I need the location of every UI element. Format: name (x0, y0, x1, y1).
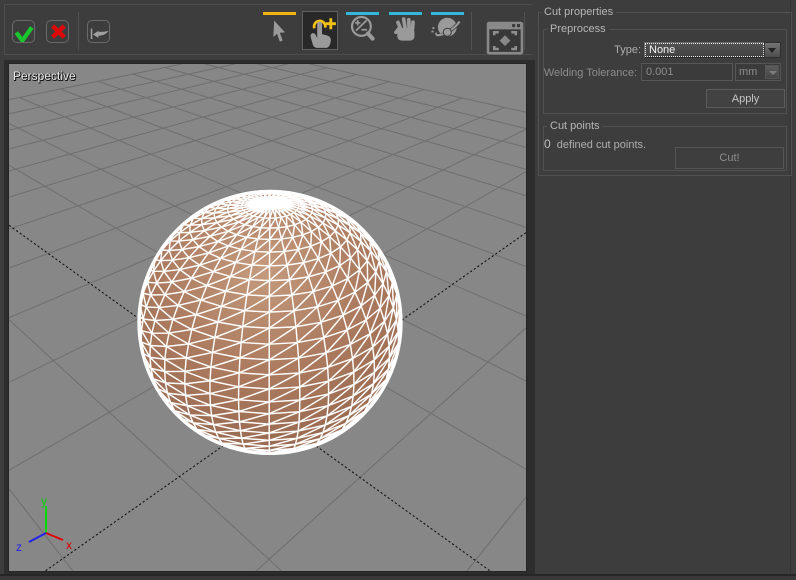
svg-text:y: y (41, 494, 47, 508)
svg-text:z: z (16, 540, 22, 554)
svg-text:x: x (66, 538, 72, 552)
